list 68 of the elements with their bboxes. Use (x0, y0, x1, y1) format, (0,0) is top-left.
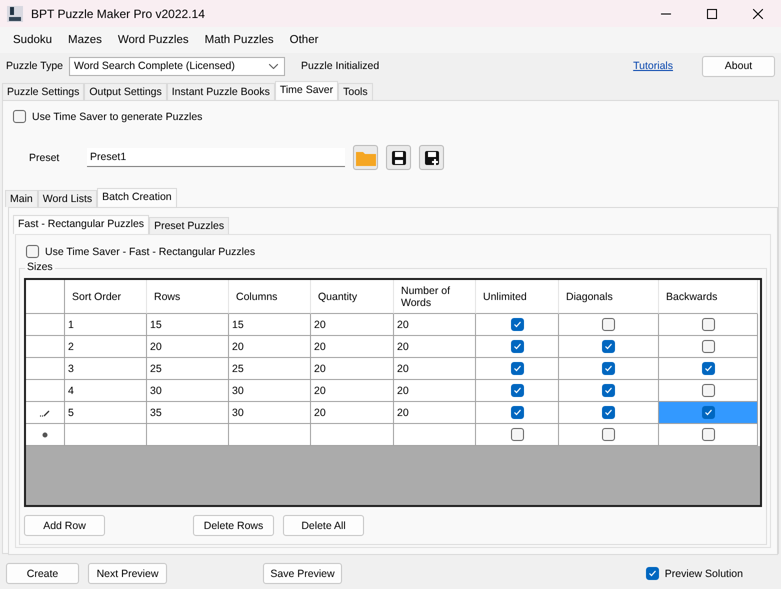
checkbox[interactable] (602, 318, 615, 331)
puzzle-type-dropdown[interactable]: Word Search Complete (Licensed) (69, 56, 286, 76)
menu-item[interactable]: Math Puzzles (196, 31, 282, 49)
checkbox[interactable] (702, 318, 714, 331)
status-text: Puzzle Initialized (301, 60, 380, 72)
tab[interactable]: Batch Creation (97, 188, 177, 207)
delete-rows-button[interactable]: Delete Rows (193, 515, 274, 536)
group-title: Sizes (25, 261, 55, 273)
checkbox-label: Preview Solution (664, 568, 743, 580)
table-cell[interactable] (311, 424, 394, 446)
app-icon (7, 6, 23, 22)
add-row-button[interactable]: Add Row (24, 515, 105, 536)
next-preview-button[interactable]: Next Preview (88, 563, 167, 584)
checkbox[interactable] (602, 362, 615, 375)
checkbox[interactable] (702, 406, 714, 419)
chevron-down-icon (269, 64, 278, 68)
table-cell[interactable] (229, 424, 311, 446)
delete-all-button[interactable]: Delete All (283, 515, 364, 536)
checkbox[interactable] (702, 384, 714, 397)
checkbox[interactable] (702, 362, 714, 375)
checkbox[interactable] (602, 384, 615, 397)
menu-item[interactable]: Word Puzzles (110, 31, 197, 49)
checkbox[interactable] (702, 428, 714, 441)
checkbox[interactable] (510, 406, 524, 419)
tab[interactable]: Puzzle Settings (2, 83, 84, 100)
tab[interactable]: Instant Puzzle Books (166, 83, 275, 100)
checkbox[interactable] (26, 245, 39, 258)
tab[interactable]: Word Lists (38, 190, 98, 207)
menu-item[interactable]: Mazes (60, 31, 110, 49)
table-cell[interactable] (476, 424, 559, 446)
menu-item[interactable]: Other (282, 31, 326, 49)
about-button[interactable]: About (702, 56, 775, 76)
checkbox[interactable] (510, 318, 524, 331)
pencil-icon (40, 408, 50, 416)
checkbox-label: Use Time Saver to generate Puzzles (32, 110, 202, 122)
checkbox[interactable] (646, 567, 659, 580)
table-cell[interactable] (65, 424, 147, 446)
table-cell[interactable] (559, 424, 659, 446)
preset-field[interactable]: Preset1 (87, 148, 345, 167)
create-button[interactable]: Create (6, 563, 79, 584)
checkbox[interactable] (510, 362, 524, 375)
tab[interactable]: Fast - Rectangular Puzzles (13, 215, 150, 234)
table-cell[interactable] (147, 424, 229, 446)
window-title: BPT Puzzle Maker Pro v2022.14 (31, 6, 206, 20)
menu-item[interactable]: Sudoku (5, 31, 60, 49)
tab[interactable]: Tools (338, 83, 373, 100)
checkbox[interactable] (702, 340, 714, 353)
tab[interactable]: Output Settings (84, 83, 167, 100)
tutorials-link[interactable]: Tutorials (633, 60, 673, 72)
floppy-disk-plus-icon[interactable] (419, 145, 444, 170)
row-header[interactable] (26, 424, 65, 446)
preset-label: Preset (29, 152, 60, 164)
checkbox-label: Use Time Saver - Fast - Rectangular Puzzles (45, 246, 256, 258)
checkbox[interactable] (510, 340, 524, 353)
checkbox[interactable] (602, 340, 615, 353)
puzzle-type-label: Puzzle Type (6, 60, 64, 72)
table-cell[interactable] (659, 402, 758, 424)
checkbox[interactable] (13, 110, 26, 123)
tab[interactable]: Time Saver (274, 81, 338, 100)
checkbox[interactable] (510, 384, 524, 397)
checkbox[interactable] (602, 428, 615, 441)
checkbox[interactable] (510, 428, 524, 441)
checkbox[interactable] (602, 406, 615, 419)
table-cell[interactable] (394, 424, 476, 446)
table-cell[interactable] (659, 424, 758, 446)
tab[interactable]: Main (5, 190, 38, 207)
save-preview-button[interactable]: Save Preview (263, 563, 342, 584)
tab[interactable]: Preset Puzzles (149, 217, 230, 234)
